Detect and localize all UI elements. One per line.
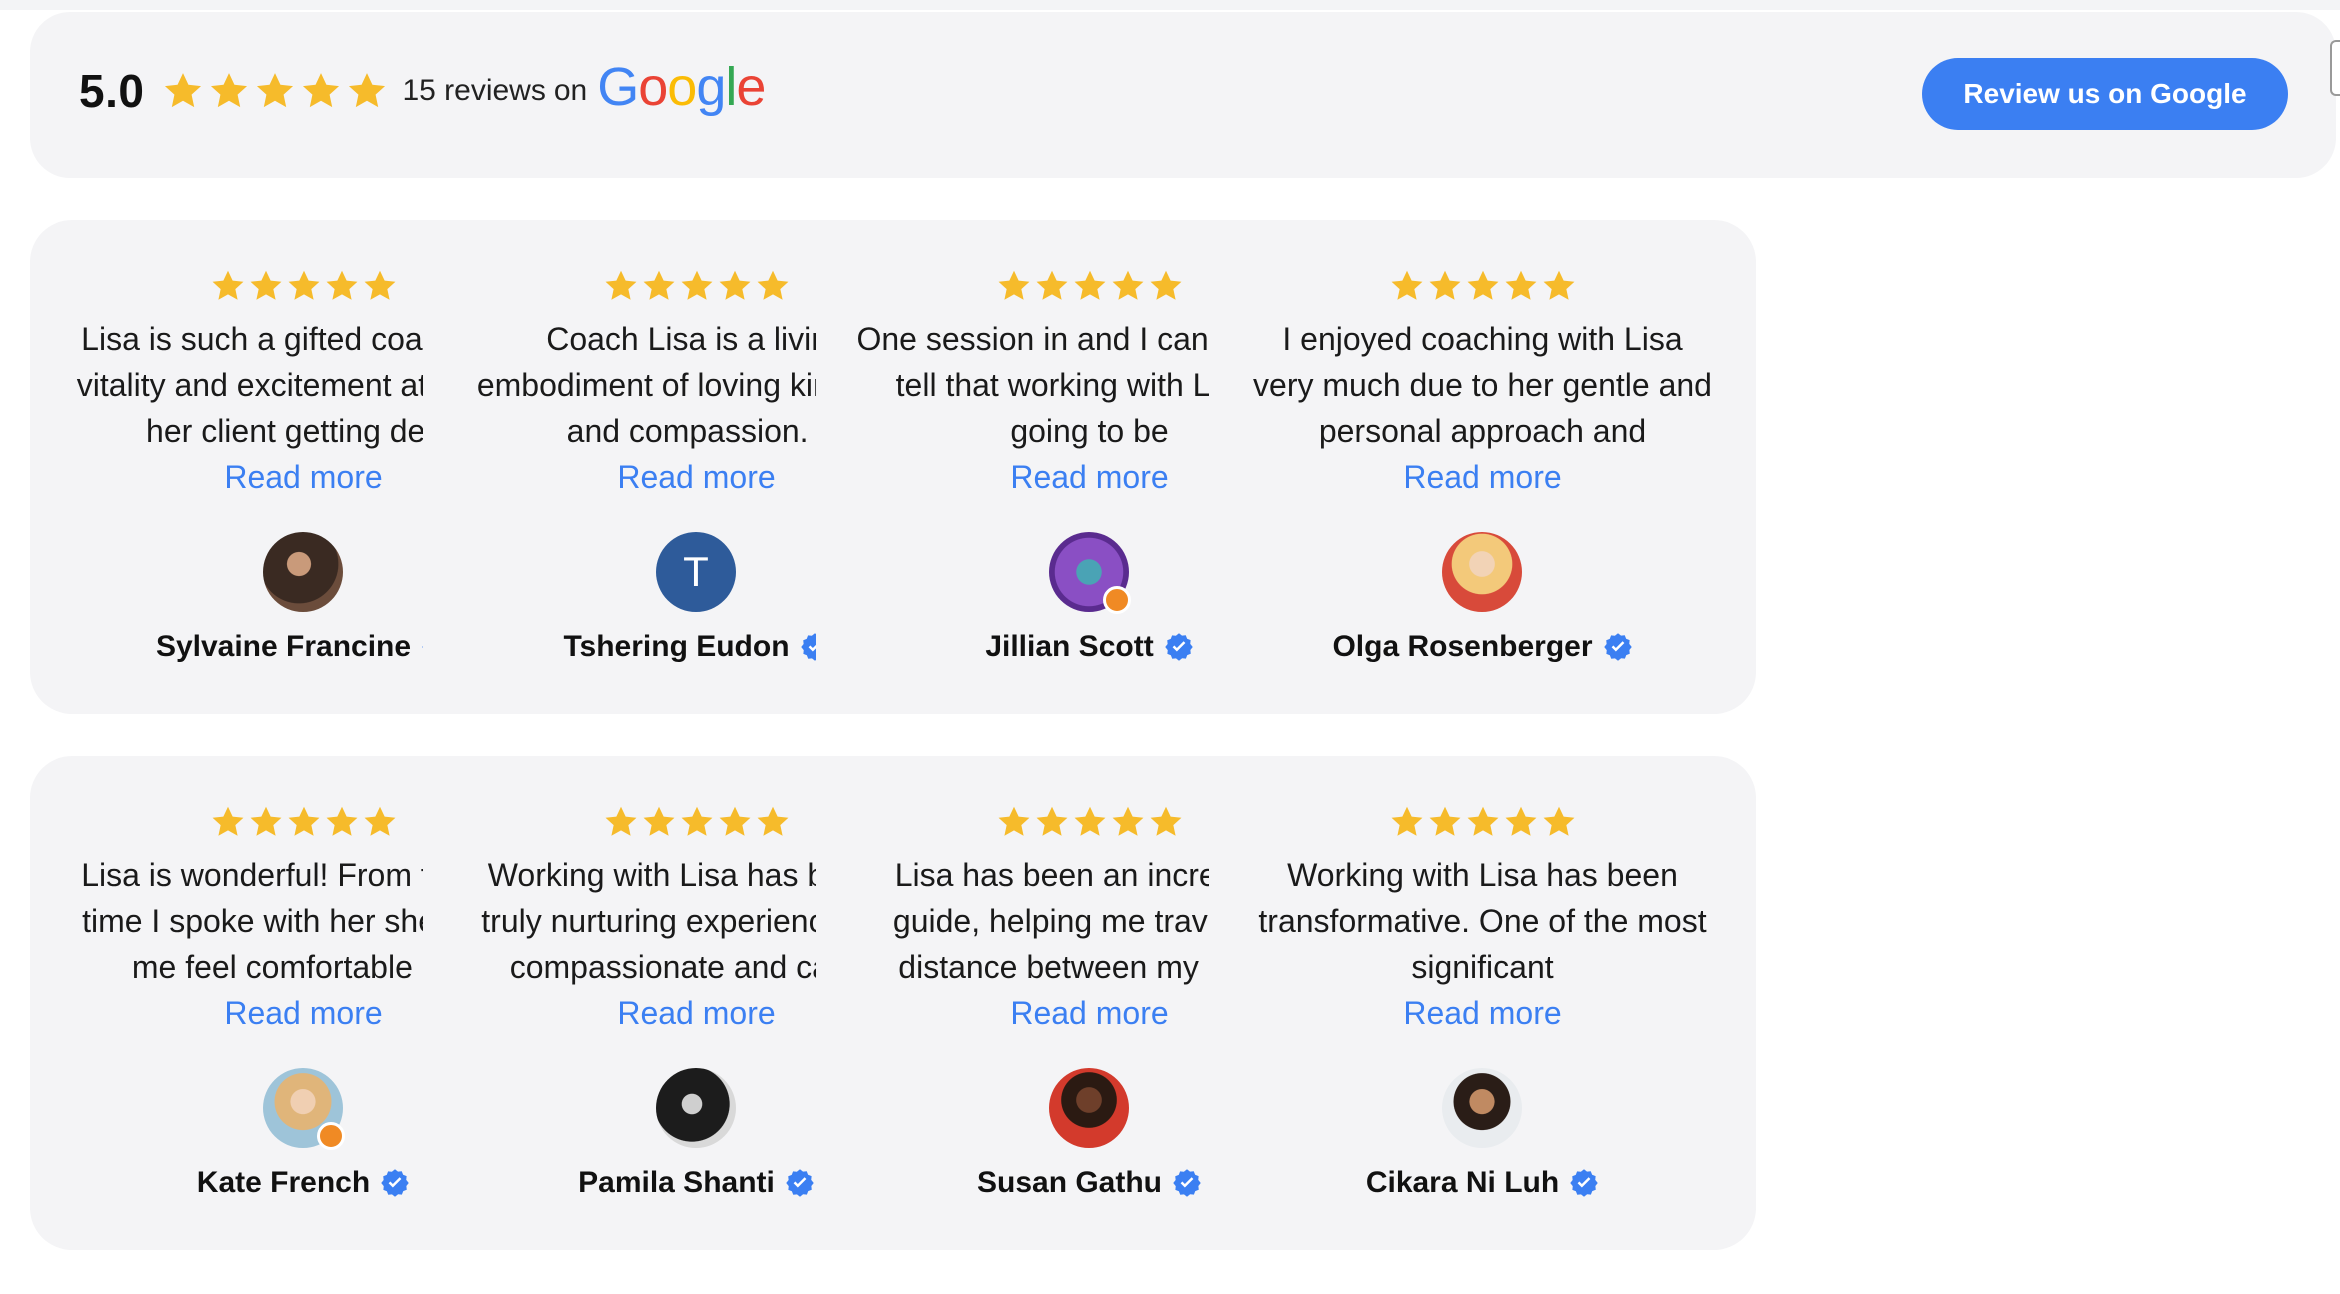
avatar[interactable] <box>1049 1068 1129 1148</box>
side-widget-tab[interactable] <box>2330 40 2340 96</box>
reviewer-name[interactable]: Tshering Eudon <box>563 630 789 664</box>
star-icon <box>248 268 284 304</box>
verified-badge-icon <box>1603 632 1633 662</box>
star-icon <box>1072 268 1108 304</box>
star-icon <box>755 804 791 840</box>
star-icon <box>346 70 388 112</box>
read-more-link[interactable]: Read more <box>1209 454 1756 500</box>
top-divider <box>0 0 2340 10</box>
review-stars <box>1209 268 1756 304</box>
star-icon <box>996 804 1032 840</box>
reviewer-name[interactable]: Jillian Scott <box>985 630 1153 664</box>
avatar-initial: T <box>656 532 736 612</box>
star-icon <box>1465 268 1501 304</box>
star-icon <box>162 70 204 112</box>
star-icon <box>1034 804 1070 840</box>
verified-badge-icon <box>1569 1168 1599 1198</box>
avatar[interactable] <box>263 532 343 612</box>
reviewer-name-row: Olga Rosenberger <box>1209 630 1756 664</box>
star-icon <box>679 804 715 840</box>
rating-summary: 5.0 15 reviews on Google <box>79 60 766 118</box>
star-icon <box>1427 804 1463 840</box>
star-icon <box>603 268 639 304</box>
star-icon <box>1465 804 1501 840</box>
review-card: I enjoyed coaching with Lisa very much d… <box>1209 220 1756 714</box>
review-count-label[interactable]: 15 reviews <box>402 74 545 107</box>
reviewer-name-row: Cikara Ni Luh <box>1209 1166 1756 1200</box>
star-icon <box>1034 268 1070 304</box>
avatar[interactable] <box>263 1068 345 1150</box>
rating-stars <box>162 70 388 112</box>
review-text: Working with Lisa has been transformativ… <box>1258 857 1707 985</box>
google-logo: Google <box>597 57 766 117</box>
star-icon <box>324 804 360 840</box>
star-icon <box>248 804 284 840</box>
verified-badge-icon <box>380 1168 410 1198</box>
review-card: Working with Lisa has been transformativ… <box>1209 756 1756 1250</box>
star-icon <box>324 268 360 304</box>
star-icon <box>1503 804 1539 840</box>
avatar[interactable] <box>1442 532 1522 612</box>
reviewer-name[interactable]: Kate French <box>197 1166 370 1200</box>
reviewer-name[interactable]: Sylvaine Francine <box>156 630 411 664</box>
star-icon <box>717 268 753 304</box>
star-icon <box>210 268 246 304</box>
reviewer-name[interactable]: Pamila Shanti <box>578 1166 775 1200</box>
star-icon <box>755 268 791 304</box>
reviews-summary-header: 5.0 15 reviews on Google Review us on Goo… <box>30 12 2336 178</box>
star-icon <box>1110 268 1146 304</box>
star-icon <box>362 268 398 304</box>
star-icon <box>996 268 1032 304</box>
average-rating: 5.0 <box>79 65 145 117</box>
star-icon <box>1541 804 1577 840</box>
read-more-link[interactable]: Read more <box>1209 990 1756 1036</box>
star-icon <box>286 804 322 840</box>
star-icon <box>1541 268 1577 304</box>
verified-badge-icon <box>1164 632 1194 662</box>
local-guide-badge-icon <box>317 1122 345 1150</box>
star-icon <box>208 70 250 112</box>
star-icon <box>362 804 398 840</box>
avatar[interactable] <box>656 1068 736 1148</box>
reviewer-name[interactable]: Cikara Ni Luh <box>1366 1166 1559 1200</box>
star-icon <box>1503 268 1539 304</box>
avatar-photo <box>1442 1068 1522 1148</box>
avatar-photo <box>656 1068 736 1148</box>
star-icon <box>717 804 753 840</box>
review-us-on-google-button[interactable]: Review us on Google <box>1922 58 2288 130</box>
star-icon <box>286 268 322 304</box>
local-guide-badge-icon <box>1103 586 1131 614</box>
star-icon <box>1148 268 1184 304</box>
avatar-photo <box>1049 1068 1129 1148</box>
star-icon <box>1427 268 1463 304</box>
review-count[interactable]: 15 reviews on <box>402 74 587 108</box>
star-icon <box>1389 268 1425 304</box>
reviewer-name[interactable]: Olga Rosenberger <box>1332 630 1592 664</box>
review-stars <box>1209 804 1756 840</box>
star-icon <box>300 70 342 112</box>
star-icon <box>603 804 639 840</box>
star-icon <box>1148 804 1184 840</box>
star-icon <box>254 70 296 112</box>
verified-badge-icon <box>1172 1168 1202 1198</box>
avatar[interactable] <box>1442 1068 1522 1148</box>
star-icon <box>1110 804 1146 840</box>
avatar-photo <box>263 532 343 612</box>
star-icon <box>641 804 677 840</box>
review-text: I enjoyed coaching with Lisa very much d… <box>1253 321 1712 449</box>
star-icon <box>641 268 677 304</box>
reviewer-name[interactable]: Susan Gathu <box>977 1166 1162 1200</box>
star-icon <box>210 804 246 840</box>
star-icon <box>1389 804 1425 840</box>
avatar[interactable]: T <box>656 532 736 612</box>
verified-badge-icon <box>785 1168 815 1198</box>
star-icon <box>1072 804 1108 840</box>
avatar[interactable] <box>1049 532 1131 614</box>
star-icon <box>679 268 715 304</box>
on-label: on <box>553 74 588 107</box>
avatar-photo <box>1442 532 1522 612</box>
